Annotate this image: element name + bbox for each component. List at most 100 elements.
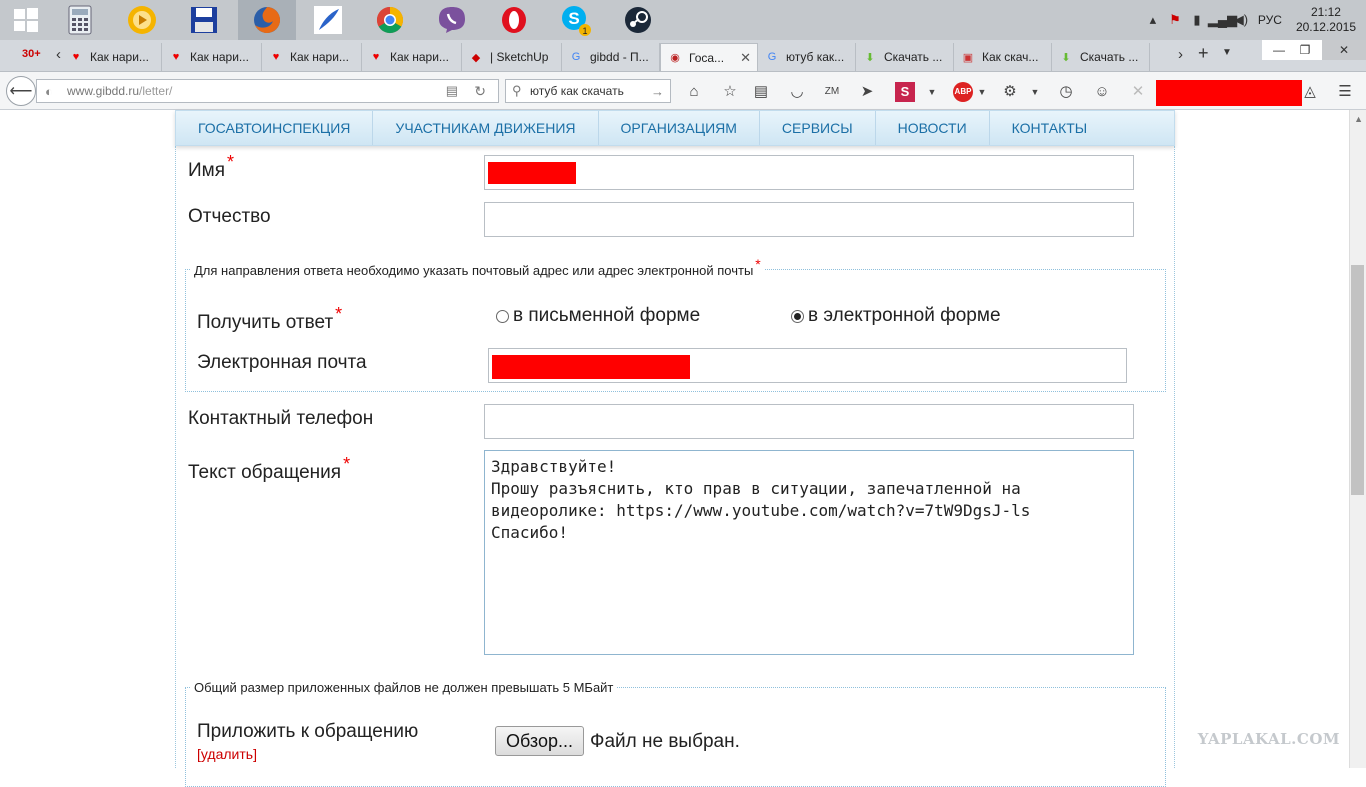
- download-icon: ⬇: [1061, 51, 1071, 64]
- restore-icon[interactable]: ❐: [1288, 40, 1322, 60]
- browser-tab[interactable]: ♥ Как нари...: [162, 43, 262, 71]
- reply-legend: Для направления ответа необходимо указат…: [191, 256, 764, 278]
- reply-option-email[interactable]: в электронной форме: [791, 305, 1001, 327]
- browser-tab[interactable]: Ggibdd - П...: [562, 43, 660, 71]
- browser-tab[interactable]: ⬇ Скачать ...: [856, 43, 954, 71]
- skype-badge: 1: [582, 26, 587, 36]
- tray-chevron-up-icon[interactable]: ▴: [1142, 12, 1164, 28]
- site-menu-item[interactable]: ГОСАВТОИНСПЕКЦИЯ: [176, 111, 374, 145]
- chrome-icon[interactable]: [364, 0, 416, 40]
- sync-icon[interactable]: ◬: [1300, 82, 1320, 102]
- back-arrow-icon[interactable]: ⟵: [6, 76, 36, 106]
- browser-tab[interactable]: ⬇ Скачать ...: [1052, 43, 1150, 71]
- tab-list-chevron-down-icon[interactable]: ▼: [1222, 47, 1232, 58]
- scroll-thumb[interactable]: [1351, 265, 1364, 495]
- savefrom-menu-chevron-icon[interactable]: ▼: [922, 82, 942, 102]
- reply-option-paper[interactable]: в письменной форме: [496, 305, 700, 327]
- viber-icon[interactable]: [426, 0, 478, 40]
- skype-icon[interactable]: S1: [550, 0, 602, 40]
- tray-network-icon[interactable]: ▂▄▆: [1208, 12, 1237, 28]
- page-scrollbar[interactable]: ▲: [1349, 110, 1366, 768]
- calculator-icon[interactable]: [54, 0, 106, 40]
- heart-icon: ♥: [172, 51, 180, 63]
- browser-tab[interactable]: ◉ Гоca... ✕: [660, 43, 758, 71]
- hamburger-menu-icon[interactable]: ☰: [1335, 82, 1355, 102]
- tab-label: Как скач...: [982, 50, 1039, 64]
- site-menu-item[interactable]: ОРГАНИЗАЦИЯМ: [599, 111, 760, 145]
- opera-icon[interactable]: [488, 0, 540, 40]
- send-icon[interactable]: ➤: [857, 82, 877, 102]
- tools-icon[interactable]: ⚙: [1000, 82, 1020, 102]
- reload-icon[interactable]: ↻: [474, 83, 486, 100]
- search-icon: ⚲: [512, 83, 522, 98]
- first-tab-badge: 30+: [22, 48, 41, 60]
- message-textarea[interactable]: Здравствуйте! Прошу разъяснить, кто прав…: [484, 450, 1134, 655]
- tabs-scroll-right-icon[interactable]: ›: [1178, 46, 1183, 63]
- tab-label: | SketchUp: [490, 50, 549, 64]
- tray-language[interactable]: РУС: [1252, 13, 1288, 27]
- search-text: ютуб как скачать: [530, 84, 624, 98]
- new-tab-icon[interactable]: +: [1198, 43, 1209, 64]
- site-menu-item[interactable]: УЧАСТНИКАМ ДВИЖЕНИЯ: [373, 111, 599, 145]
- close-tab-icon[interactable]: ✕: [740, 50, 751, 66]
- radio-email[interactable]: [791, 309, 804, 323]
- browser-tab[interactable]: ♥ Как нари...: [262, 43, 362, 71]
- tray-volume-icon[interactable]: ◀): [1230, 12, 1252, 28]
- tools-menu-chevron-icon[interactable]: ▼: [1025, 82, 1045, 102]
- patronymic-field[interactable]: [484, 202, 1134, 237]
- close-window-icon[interactable]: ✕: [1322, 40, 1366, 60]
- tab-label: Как нари...: [290, 50, 349, 64]
- translate-icon[interactable]: ZM: [822, 82, 842, 102]
- adblock-icon[interactable]: ABP: [953, 82, 973, 102]
- phone-field[interactable]: [484, 404, 1134, 439]
- tray-time: 21:12: [1310, 5, 1341, 19]
- scroll-up-icon[interactable]: ▲: [1354, 114, 1363, 124]
- home-icon[interactable]: ⌂: [684, 82, 704, 102]
- firefox-icon[interactable]: [238, 0, 296, 40]
- name-label: Имя *: [188, 152, 235, 181]
- sketchup-icon: ◆: [471, 51, 481, 64]
- url-bar[interactable]: ◐ www.gibdd.ru/letter/ ▤ ↻: [36, 79, 499, 103]
- vk-icon: ▣: [962, 51, 974, 64]
- heart-icon: ♥: [72, 51, 80, 63]
- gibdd-icon: ◉: [670, 52, 680, 64]
- site-menu-item[interactable]: СЕРВИСЫ: [760, 111, 876, 145]
- browser-tab[interactable]: ♥ Как нари...: [62, 43, 162, 71]
- windows-start-icon[interactable]: [0, 0, 52, 40]
- browser-tab[interactable]: Gютуб как...: [758, 43, 856, 71]
- history-icon[interactable]: ◷: [1056, 82, 1076, 102]
- letter-form: Имя * Отчество Для направления ответа нео…: [175, 146, 1175, 787]
- savefrom-icon[interactable]: S: [895, 82, 915, 102]
- search-go-icon[interactable]: →: [651, 84, 664, 99]
- delete-link[interactable]: [удалить]: [197, 746, 257, 762]
- quill-app-icon[interactable]: [302, 0, 354, 40]
- radio-paper[interactable]: [496, 309, 509, 323]
- email-field[interactable]: [488, 348, 1127, 383]
- name-field[interactable]: [484, 155, 1134, 190]
- bookmark-star-icon[interactable]: ☆: [720, 82, 740, 102]
- search-box[interactable]: ⚲ ютуб как скачать →: [505, 79, 671, 103]
- browser-tab[interactable]: ♥ Как нари...: [362, 43, 462, 71]
- emoji-icon[interactable]: ☺: [1092, 82, 1112, 102]
- browser-tab[interactable]: ▣ Как скач...: [954, 43, 1052, 71]
- tray-battery-icon[interactable]: ▮: [1186, 12, 1208, 28]
- browser-tab[interactable]: ◆ | SketchUp: [462, 43, 562, 71]
- site-menu: ГОСАВТОИНСПЕКЦИЯ УЧАСТНИКАМ ДВИЖЕНИЯ ОРГАН…: [175, 110, 1175, 146]
- adblock-menu-chevron-icon[interactable]: ▼: [972, 82, 992, 102]
- tray-clock[interactable]: 21:12 20.12.2015: [1288, 5, 1366, 35]
- steam-icon[interactable]: [612, 0, 664, 40]
- media-player-icon[interactable]: [116, 0, 168, 40]
- redacted-email: [492, 355, 690, 379]
- bookmarks-list-icon[interactable]: ▤: [751, 82, 771, 102]
- watermark: YAPLAKAL.COM: [1197, 730, 1340, 748]
- save-floppy-icon[interactable]: [178, 0, 230, 40]
- reader-view-icon[interactable]: ▤: [446, 83, 458, 99]
- site-menu-item[interactable]: НОВОСТИ: [876, 111, 990, 145]
- close-x-icon[interactable]: ✕: [1128, 82, 1148, 102]
- tabs-scroll-left-icon[interactable]: ‹: [56, 46, 61, 63]
- browse-button[interactable]: Обзор...: [495, 726, 584, 756]
- site-menu-item[interactable]: КОНТАКТЫ: [990, 111, 1110, 145]
- pocket-icon[interactable]: ◡: [787, 82, 807, 102]
- tray-date: 20.12.2015: [1295, 20, 1356, 34]
- tray-flag-icon[interactable]: ⚑: [1164, 12, 1186, 28]
